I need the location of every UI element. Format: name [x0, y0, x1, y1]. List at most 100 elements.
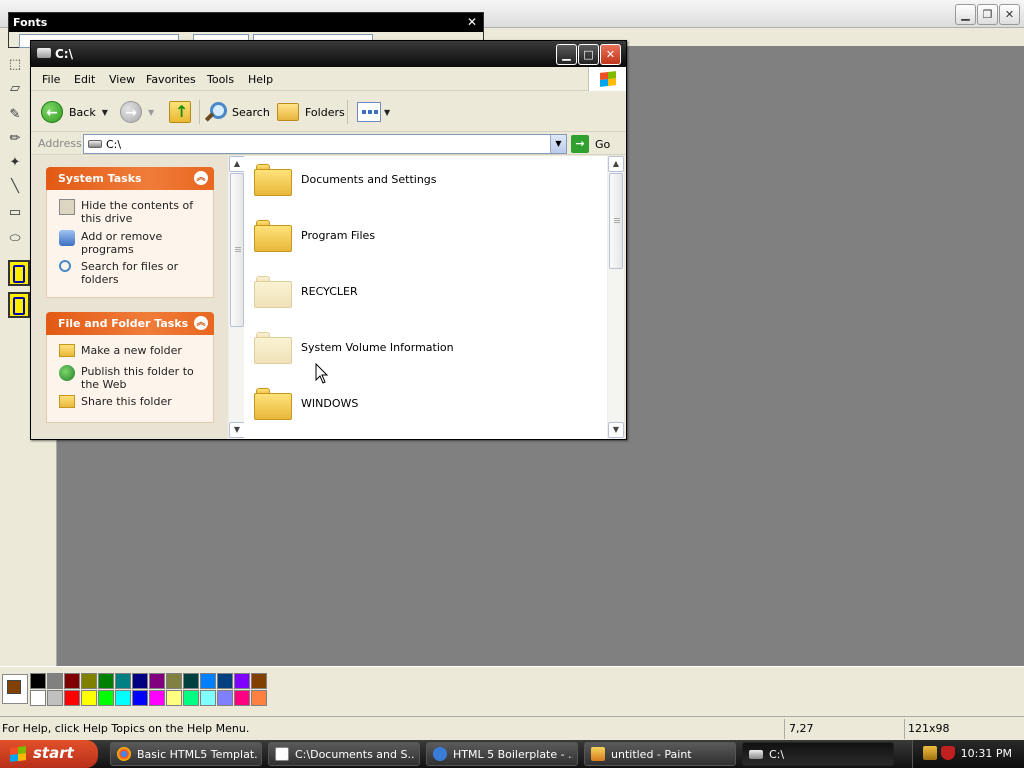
- views-icon: [357, 102, 381, 122]
- folders-button[interactable]: Folders: [277, 98, 345, 126]
- menu-view[interactable]: View: [109, 73, 135, 86]
- palette-color-swatch[interactable]: [149, 690, 165, 706]
- menu-file[interactable]: File: [42, 73, 60, 86]
- chevron-down-icon[interactable]: ▼: [102, 108, 108, 117]
- scrollbar-thumb[interactable]: [609, 173, 623, 269]
- paint-minimize-button[interactable]: ▁: [955, 4, 976, 25]
- add-remove-programs-icon: [59, 230, 75, 246]
- menu-edit[interactable]: Edit: [74, 73, 95, 86]
- minimize-button[interactable]: ▁: [556, 44, 577, 65]
- publish-folder-link[interactable]: Publish this folder to the Web: [59, 365, 209, 391]
- taskbar-button-explorer[interactable]: C:\: [742, 742, 894, 766]
- taskbar-button-label: untitled - Paint: [611, 748, 692, 761]
- collapse-icon[interactable]: ︽: [194, 171, 208, 185]
- ellipse-tool-icon[interactable]: ⬭: [4, 228, 26, 250]
- palette-color-swatch[interactable]: [251, 690, 267, 706]
- shield-icon[interactable]: [941, 746, 955, 760]
- palette-color-swatch[interactable]: [217, 673, 233, 689]
- palette-color-swatch[interactable]: [183, 690, 199, 706]
- palette-color-swatch[interactable]: [234, 690, 250, 706]
- palette-color-swatch[interactable]: [64, 673, 80, 689]
- palette-color-swatch[interactable]: [81, 690, 97, 706]
- palette-color-swatch[interactable]: [64, 690, 80, 706]
- folder-item[interactable]: Program Files: [254, 214, 594, 260]
- tool-option-icon[interactable]: [8, 260, 30, 286]
- paint-restore-button[interactable]: ❐: [977, 4, 998, 25]
- folder-item[interactable]: RECYCLER: [254, 270, 594, 316]
- palette-color-swatch[interactable]: [149, 673, 165, 689]
- search-files-link[interactable]: Search for files or folders: [59, 260, 209, 286]
- share-folder-link[interactable]: Share this folder: [59, 395, 209, 408]
- rectangle-tool-icon[interactable]: ▭: [4, 202, 26, 224]
- menu-help[interactable]: Help: [248, 73, 273, 86]
- folder-item[interactable]: Documents and Settings: [254, 158, 594, 204]
- address-input[interactable]: C:\ ▼: [83, 134, 567, 154]
- scroll-down-icon[interactable]: ▼: [608, 422, 624, 438]
- palette-color-swatch[interactable]: [98, 673, 114, 689]
- eraser-tool-icon[interactable]: ▱: [4, 78, 26, 100]
- make-new-folder-link[interactable]: Make a new folder: [59, 344, 209, 357]
- menu-tools[interactable]: Tools: [207, 73, 234, 86]
- color-picker-tool-icon[interactable]: ✎: [4, 104, 26, 126]
- palette-color-swatch[interactable]: [30, 673, 46, 689]
- palette-color-swatch[interactable]: [200, 690, 216, 706]
- palette-color-swatch[interactable]: [115, 690, 131, 706]
- palette-color-swatch[interactable]: [81, 673, 97, 689]
- close-button[interactable]: ✕: [600, 44, 621, 65]
- back-button[interactable]: ← Back ▼: [41, 98, 108, 126]
- palette-color-swatch[interactable]: [217, 690, 233, 706]
- scroll-up-icon[interactable]: ▲: [229, 156, 245, 172]
- taskbar-button-ie[interactable]: HTML 5 Boilerplate - ...: [426, 742, 578, 766]
- fonts-close-button[interactable]: ✕: [465, 15, 479, 29]
- taskbar-button-notepad[interactable]: C:\Documents and S...: [268, 742, 420, 766]
- forward-button[interactable]: → ▼: [120, 98, 154, 126]
- menu-favorites[interactable]: Favorites: [146, 73, 196, 86]
- paint-close-button[interactable]: ✕: [999, 4, 1020, 25]
- scroll-up-icon[interactable]: ▲: [608, 156, 624, 172]
- chevron-down-icon[interactable]: ▼: [148, 108, 154, 117]
- palette-color-swatch[interactable]: [115, 673, 131, 689]
- maximize-button[interactable]: □: [578, 44, 599, 65]
- explorer-titlebar[interactable]: C:\ ▁ □ ✕: [31, 41, 626, 67]
- palette-color-swatch[interactable]: [132, 673, 148, 689]
- file-folder-tasks-header[interactable]: File and Folder Tasks ︽: [46, 312, 214, 335]
- search-button[interactable]: Search: [204, 98, 270, 126]
- palette-color-swatch[interactable]: [47, 690, 63, 706]
- explorer-title: C:\: [55, 47, 73, 61]
- airbrush-tool-icon[interactable]: ✦: [4, 152, 26, 174]
- palette-color-swatch[interactable]: [166, 690, 182, 706]
- views-button[interactable]: ▼: [357, 98, 390, 126]
- start-button[interactable]: start: [0, 740, 98, 768]
- palette-color-swatch[interactable]: [183, 673, 199, 689]
- collapse-icon[interactable]: ︽: [194, 316, 208, 330]
- scrollbar-thumb[interactable]: [230, 173, 244, 327]
- palette-color-swatch[interactable]: [234, 673, 250, 689]
- folder-item[interactable]: System Volume Information: [254, 326, 594, 372]
- chevron-down-icon[interactable]: ▼: [550, 135, 566, 153]
- folder-item[interactable]: WINDOWS: [254, 382, 594, 428]
- palette-color-swatch[interactable]: [251, 673, 267, 689]
- palette-color-swatch[interactable]: [30, 690, 46, 706]
- go-button[interactable]: → Go: [571, 134, 610, 154]
- tool-option-icon[interactable]: [8, 292, 30, 318]
- hide-contents-link[interactable]: Hide the contents of this drive: [59, 199, 209, 225]
- up-folder-button[interactable]: [169, 98, 191, 126]
- add-remove-programs-link[interactable]: Add or remove programs: [59, 230, 209, 256]
- palette-color-swatch[interactable]: [98, 690, 114, 706]
- taskbar-button-paint[interactable]: untitled - Paint: [584, 742, 736, 766]
- task-pane-scrollbar[interactable]: ▲ ▼: [228, 156, 245, 439]
- taskbar-button-chrome[interactable]: Basic HTML5 Templat...: [110, 742, 262, 766]
- palette-color-swatch[interactable]: [200, 673, 216, 689]
- system-tasks-header[interactable]: System Tasks ︽: [46, 167, 214, 190]
- network-icon[interactable]: [923, 746, 937, 760]
- palette-color-swatch[interactable]: [166, 673, 182, 689]
- pencil-tool-icon[interactable]: ✏: [4, 128, 26, 150]
- palette-color-swatch[interactable]: [132, 690, 148, 706]
- scroll-down-icon[interactable]: ▼: [229, 422, 245, 438]
- folder-icon: [254, 162, 292, 196]
- line-tool-icon[interactable]: ╲: [4, 176, 26, 198]
- select-tool-icon[interactable]: ⬚: [4, 54, 26, 76]
- palette-color-swatch[interactable]: [47, 673, 63, 689]
- file-list-scrollbar[interactable]: ▲ ▼: [607, 156, 624, 439]
- fonts-titlebar[interactable]: Fonts ✕: [9, 13, 483, 32]
